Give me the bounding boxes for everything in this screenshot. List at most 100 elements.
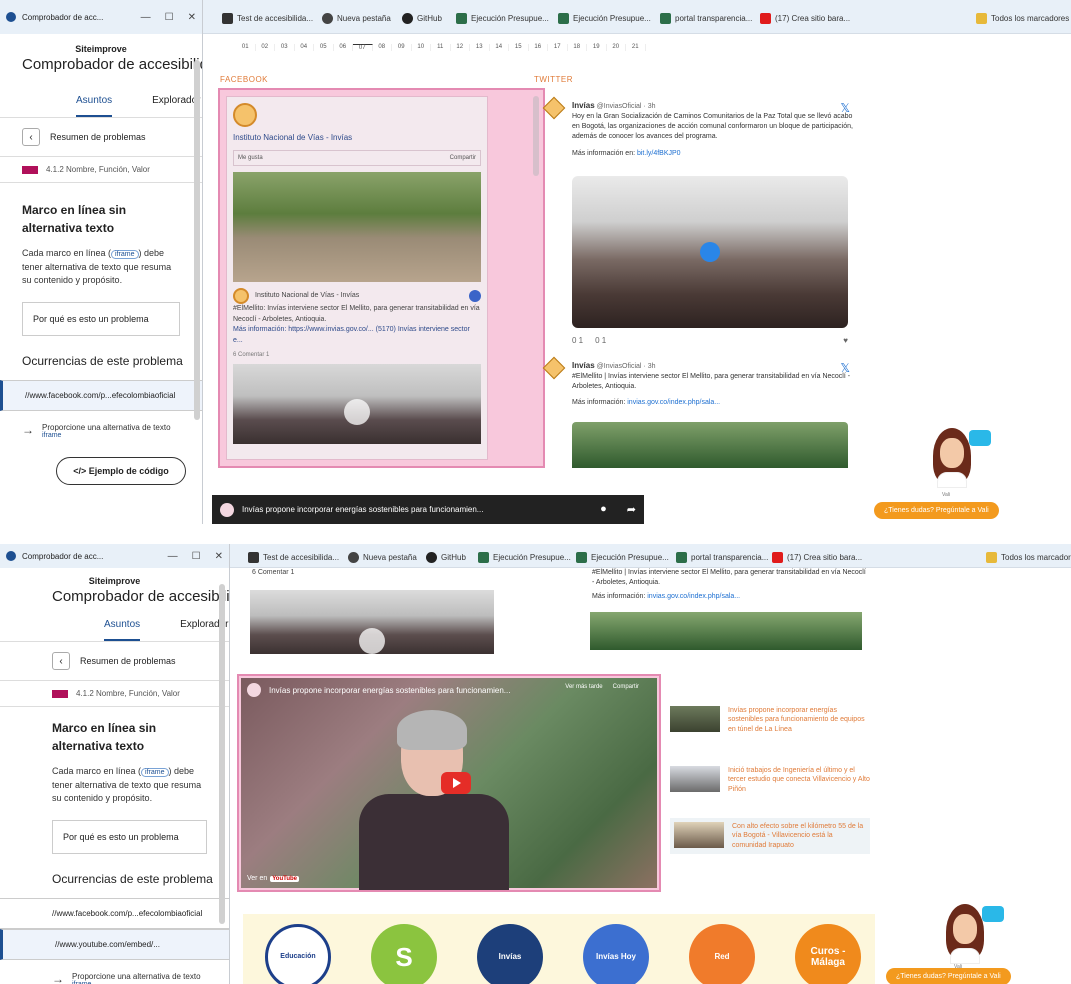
day-03[interactable]: 03 bbox=[275, 44, 295, 51]
tweet-link[interactable]: invias.gov.co/index.php/sala... bbox=[647, 593, 740, 600]
chevron-left-icon[interactable]: ‹ bbox=[52, 652, 70, 670]
video-list-item[interactable]: Con alto efecto sobre el kilómetro 55 de… bbox=[670, 818, 870, 855]
bookmark-3[interactable]: GitHub bbox=[402, 10, 442, 26]
video-thumbnail[interactable] bbox=[250, 590, 494, 655]
bookmark-folder[interactable]: Todos los marcadores bbox=[986, 549, 1071, 565]
share-icon[interactable]: ➦ bbox=[627, 503, 636, 516]
day-14[interactable]: 14 bbox=[490, 44, 509, 51]
day-17[interactable]: 17 bbox=[548, 44, 568, 51]
bookmark-1[interactable]: Test de accesibilida... bbox=[248, 549, 339, 565]
fb-post-link[interactable]: Más información: https://www.invias.gov.… bbox=[233, 325, 481, 346]
occurrence-url[interactable]: //www.facebook.com/p...efecolombiaoficia… bbox=[0, 897, 229, 929]
fb-page-name[interactable]: Instituto Nacional de Vías - Invías bbox=[227, 133, 487, 142]
video-list-item[interactable]: Inició trabajos de Ingeniería el último … bbox=[670, 766, 870, 794]
education-logo[interactable]: Educación bbox=[265, 924, 331, 984]
day-04[interactable]: 04 bbox=[295, 44, 314, 51]
day-01[interactable]: 01 bbox=[236, 44, 256, 51]
youtube-iframe-highlight[interactable]: Invías propone incorporar energías soste… bbox=[237, 674, 661, 892]
network-logo[interactable]: Red bbox=[689, 924, 755, 984]
watch-on-youtube[interactable]: Ver en YouTube bbox=[247, 875, 300, 882]
panel-scrollbar[interactable] bbox=[194, 60, 200, 420]
chevron-left-icon[interactable]: ‹ bbox=[22, 128, 40, 146]
day-16[interactable]: 16 bbox=[529, 44, 548, 51]
back-to-summary[interactable]: ‹ Resumen de problemas bbox=[0, 642, 229, 680]
tab-asuntos[interactable]: Asuntos bbox=[104, 619, 141, 641]
minimize-icon[interactable]: — bbox=[141, 12, 151, 23]
back-to-summary[interactable]: ‹ Resumen de problemas bbox=[0, 118, 202, 156]
assistant-button[interactable]: ¿Tienes dudas? Pregúntale a Vali bbox=[874, 502, 999, 519]
assistant-avatar[interactable] bbox=[925, 426, 991, 490]
day-12[interactable]: 12 bbox=[451, 44, 470, 51]
clock-icon[interactable]: ● bbox=[600, 503, 607, 516]
day-19[interactable]: 19 bbox=[587, 44, 607, 51]
bookmark-6[interactable]: portal transparencia... bbox=[660, 10, 752, 26]
day-07[interactable]: 07 bbox=[353, 44, 373, 51]
day-05[interactable]: 05 bbox=[314, 44, 334, 51]
video-thumbnail[interactable] bbox=[233, 364, 481, 444]
youtube-embed-bar[interactable]: Invías propone incorporar energías soste… bbox=[212, 495, 644, 524]
panel-scrollbar[interactable] bbox=[219, 584, 225, 924]
fb-post-author[interactable]: Instituto Nacional de Vías - Invías bbox=[255, 291, 359, 302]
day-20[interactable]: 20 bbox=[607, 44, 626, 51]
day-06[interactable]: 06 bbox=[334, 44, 353, 51]
close-icon[interactable]: ✕ bbox=[188, 12, 196, 23]
day-13[interactable]: 13 bbox=[470, 44, 490, 51]
watch-later-button[interactable]: Ver más tarde bbox=[565, 684, 602, 690]
day-21[interactable]: 21 bbox=[626, 44, 646, 51]
reply-icon[interactable]: 0 1 bbox=[572, 336, 583, 345]
forest-photo[interactable] bbox=[572, 422, 848, 468]
bookmark-4[interactable]: Ejecución Presupue... bbox=[456, 10, 549, 26]
video-list-item[interactable]: Invías propone incorporar energías soste… bbox=[670, 706, 870, 734]
bookmark-6[interactable]: portal transparencia... bbox=[676, 549, 768, 565]
day-18[interactable]: 18 bbox=[568, 44, 587, 51]
meeting-photo[interactable] bbox=[572, 176, 848, 328]
day-08[interactable]: 08 bbox=[373, 44, 392, 51]
bookmark-5[interactable]: Ejecución Presupue... bbox=[558, 10, 651, 26]
bookmark-7[interactable]: (17) Crea sitio bara... bbox=[760, 10, 850, 26]
bookmark-5[interactable]: Ejecución Presupue... bbox=[576, 549, 669, 565]
proposal[interactable]: → Proporcione una alternativa de texto ifr… bbox=[0, 411, 202, 451]
bookmark-folder[interactable]: Todos los marcadores bbox=[976, 10, 1069, 26]
curos-malaga-logo[interactable]: Curos - Málaga bbox=[795, 924, 861, 984]
day-10[interactable]: 10 bbox=[412, 44, 431, 51]
yt-title[interactable]: Invías propone incorporar energías soste… bbox=[242, 505, 483, 514]
tab-asuntos[interactable]: Asuntos bbox=[76, 95, 113, 117]
bookmark-3[interactable]: GitHub bbox=[426, 549, 466, 565]
assistant-avatar[interactable] bbox=[938, 902, 1004, 966]
x-logo-icon[interactable]: 𝕏 bbox=[840, 100, 850, 117]
fb-share-button[interactable]: Compartir bbox=[450, 155, 476, 161]
youtube-play-icon[interactable] bbox=[441, 772, 471, 794]
maximize-icon[interactable]: ☐ bbox=[165, 12, 174, 23]
day-02[interactable]: 02 bbox=[256, 44, 275, 51]
share-button[interactable]: Compartir bbox=[613, 684, 639, 690]
bookmark-2[interactable]: Nueva pestaña bbox=[348, 549, 417, 565]
why-problem-button[interactable]: Por qué es esto un problema bbox=[22, 301, 180, 336]
facebook-embed[interactable]: Instituto Nacional de Vías - Invías Me g… bbox=[226, 96, 488, 460]
assistant-button[interactable]: ¿Tienes dudas? Pregúntale a Vali bbox=[886, 968, 1011, 984]
retweet-icon[interactable]: 0 1 bbox=[595, 336, 606, 345]
proposal[interactable]: → Proporcione una alternativa de texto ifr… bbox=[0, 960, 229, 984]
invias-logo[interactable]: Invías bbox=[477, 924, 543, 984]
play-icon[interactable] bbox=[344, 399, 370, 425]
close-icon[interactable]: ✕ bbox=[215, 551, 223, 562]
bookmark-7[interactable]: (17) Crea sitio bara... bbox=[772, 549, 862, 565]
tweet-user[interactable]: Invías bbox=[572, 101, 595, 110]
play-icon[interactable] bbox=[359, 628, 385, 655]
tweet-link[interactable]: bit.ly/4fBKJP0 bbox=[637, 150, 681, 157]
day-11[interactable]: 11 bbox=[431, 44, 451, 51]
x-logo-icon[interactable]: 𝕏 bbox=[840, 360, 850, 377]
minimize-icon[interactable]: — bbox=[168, 551, 178, 562]
day-09[interactable]: 09 bbox=[392, 44, 412, 51]
fb-scrollbar[interactable] bbox=[533, 96, 539, 176]
maximize-icon[interactable]: ☐ bbox=[192, 551, 201, 562]
why-problem-button[interactable]: Por qué es esto un problema bbox=[52, 819, 207, 854]
invias-hoy-logo[interactable]: Invías Hoy bbox=[583, 924, 649, 984]
s-logo[interactable]: S bbox=[371, 924, 437, 984]
day-15[interactable]: 15 bbox=[509, 44, 529, 51]
bookmark-2[interactable]: Nueva pestaña bbox=[322, 10, 391, 26]
play-icon[interactable] bbox=[700, 242, 720, 262]
bookmark-4[interactable]: Ejecución Presupue... bbox=[478, 549, 571, 565]
code-example-button[interactable]: </> Ejemplo de código bbox=[56, 456, 186, 485]
forest-photo[interactable] bbox=[590, 612, 862, 650]
bookmark-1[interactable]: Test de accesibilida... bbox=[222, 10, 313, 26]
